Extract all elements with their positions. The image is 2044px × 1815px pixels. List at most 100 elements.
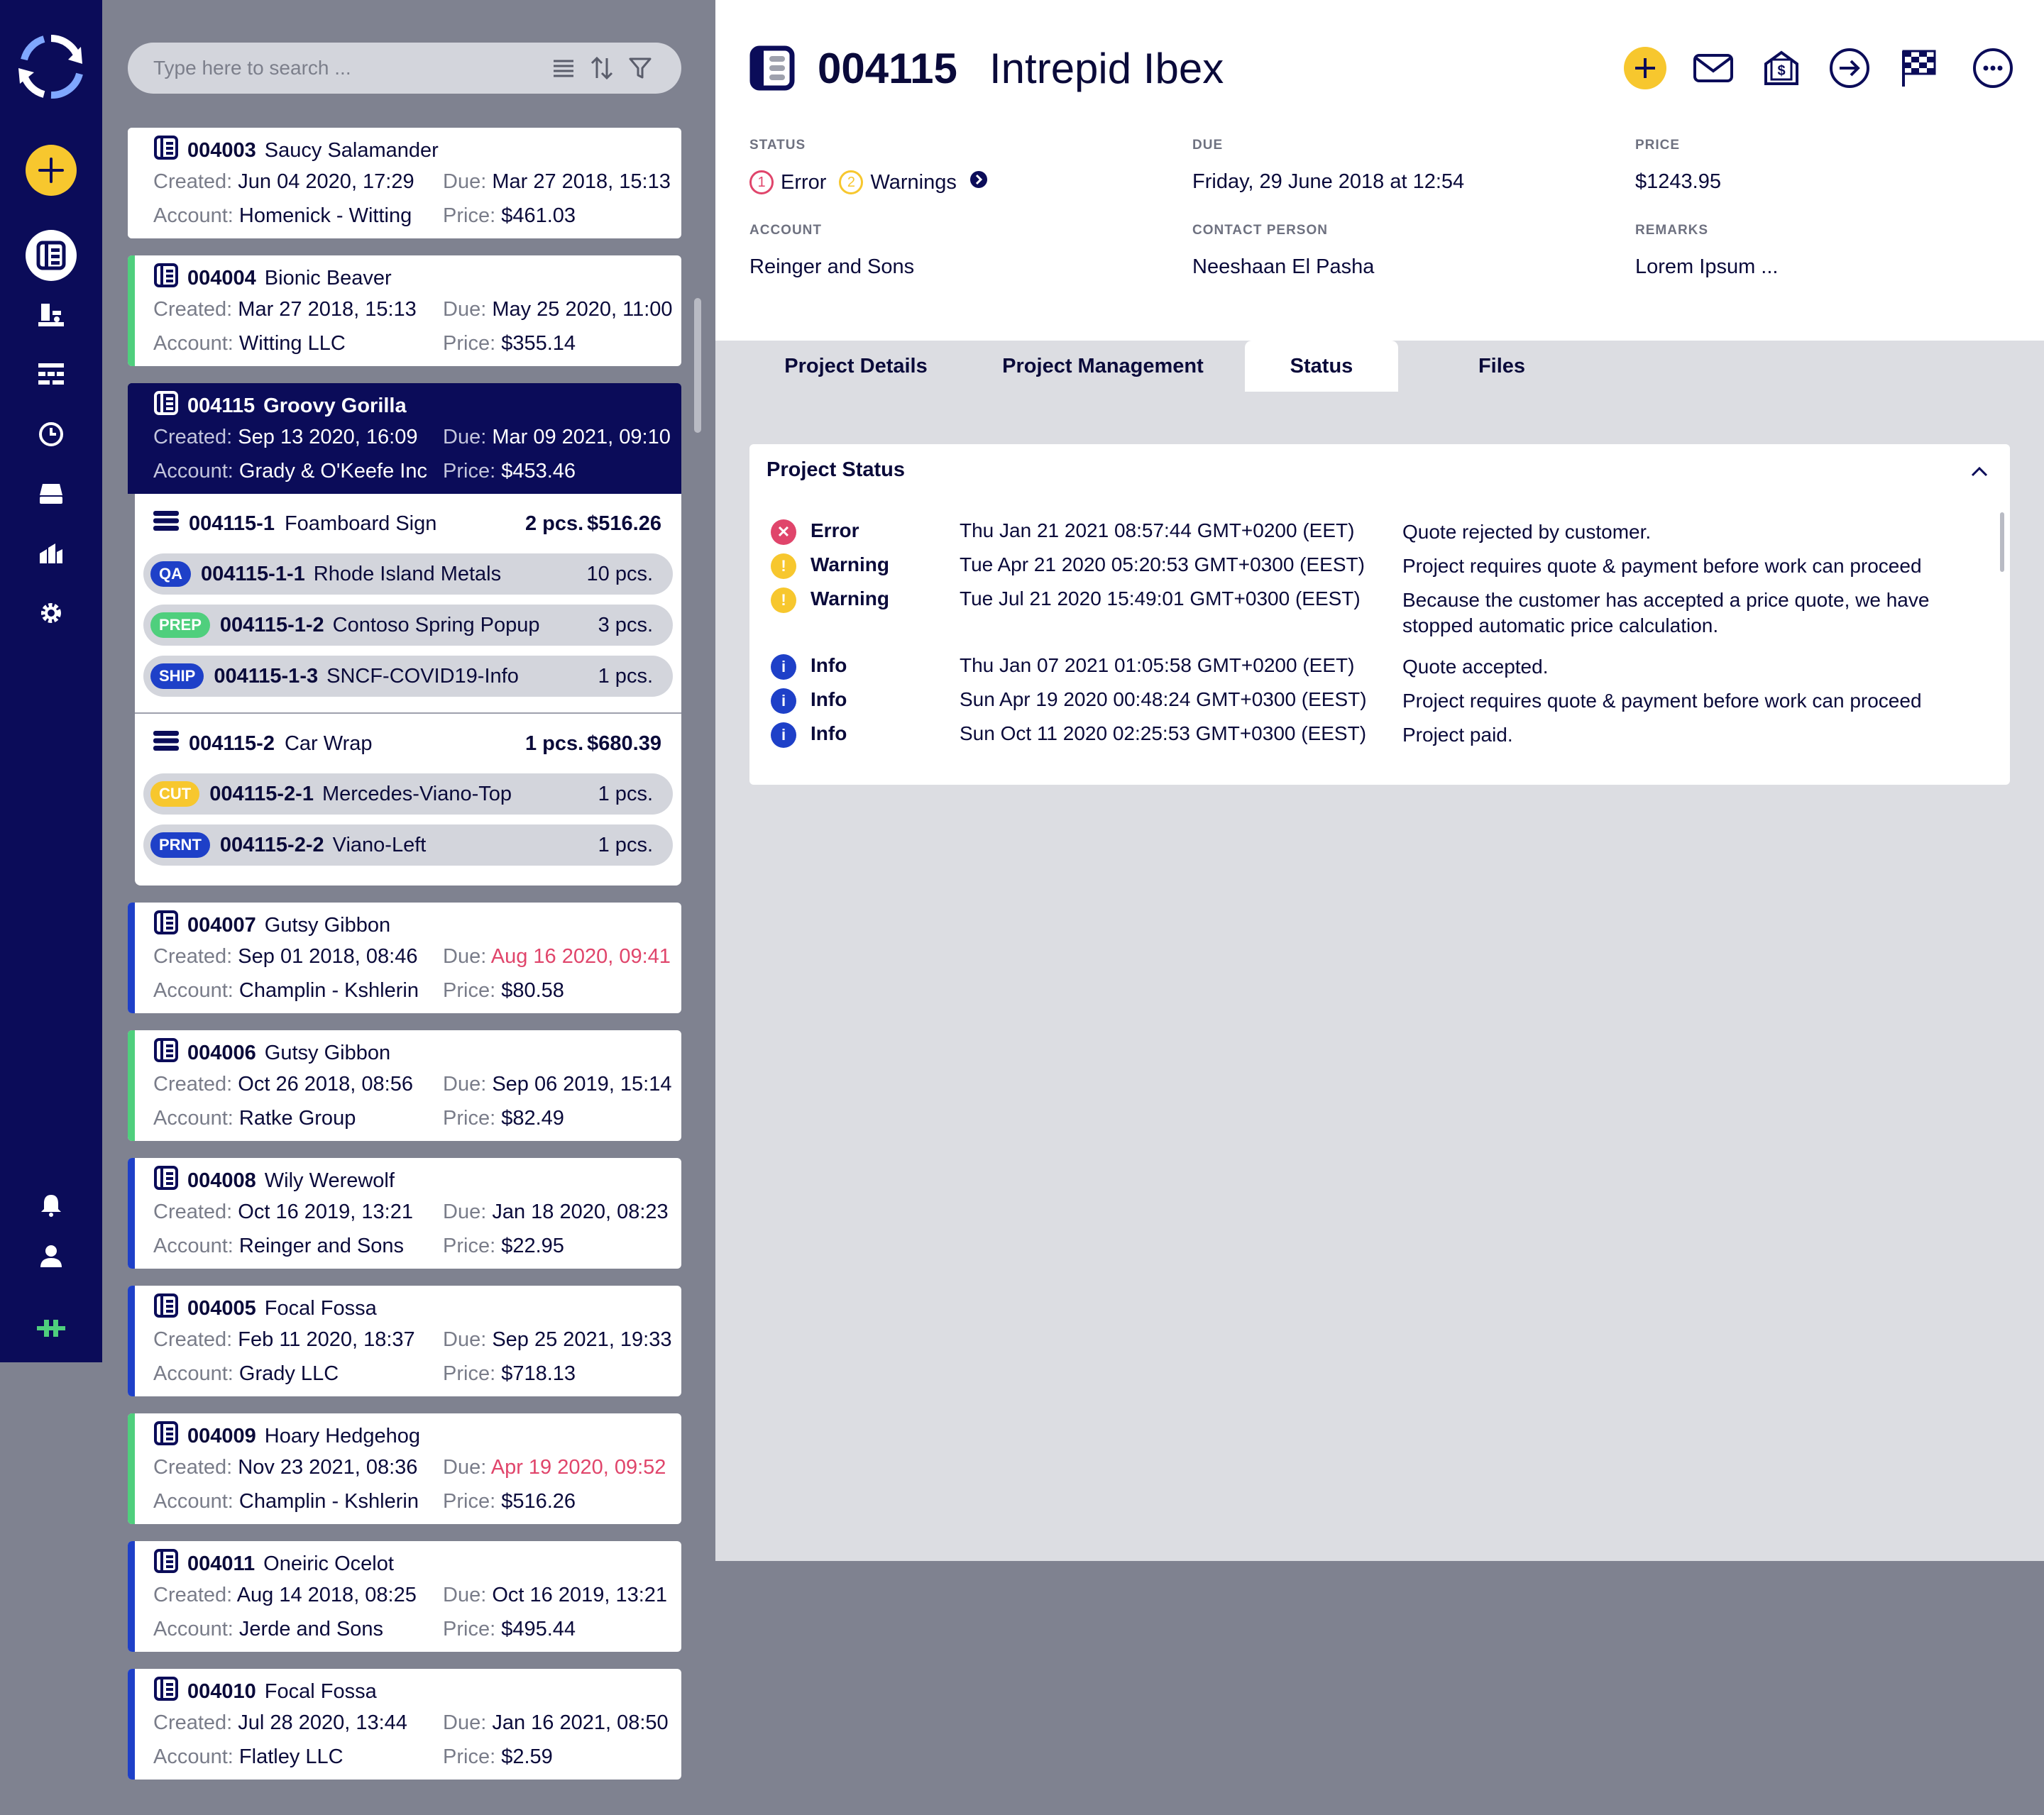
collapse-chevron-icon[interactable]	[1969, 463, 1990, 480]
subproject-row[interactable]: 004115-1 Foamboard Sign 2 pcs. $516.26	[135, 495, 681, 552]
project-card[interactable]: 004010 Focal Fossa Created: Jul 28 2020,…	[128, 1669, 681, 1780]
filter-icon[interactable]	[627, 55, 653, 81]
status-expand-icon[interactable]	[969, 170, 988, 194]
job-row[interactable]: CUT 004115-2-1 Mercedes-Viano-Top 1 pcs.	[143, 773, 673, 815]
error-count-badge: 1	[749, 170, 774, 194]
production-nav-icon[interactable]	[34, 298, 68, 332]
account-name: Grady LLC	[238, 1362, 339, 1385]
price-label: Price:	[443, 460, 496, 482]
account-value[interactable]: Reinger and Sons	[749, 255, 914, 279]
invoice-icon[interactable]: $	[1760, 47, 1803, 89]
created-date: Sep 13 2020, 16:09	[238, 426, 418, 448]
account-name: Homenick - Witting	[238, 204, 412, 227]
project-number: 004005	[187, 1296, 256, 1320]
time-tracking-nav-icon[interactable]	[34, 417, 68, 451]
job-stage-badge: QA	[150, 561, 191, 587]
add-action-icon[interactable]	[1624, 47, 1666, 89]
project-card[interactable]: 004006 Gutsy Gibbon Created: Oct 26 2018…	[128, 1030, 681, 1141]
connection-status-icon[interactable]	[34, 1311, 68, 1345]
due-label: Due:	[443, 1711, 487, 1734]
created-date: Jul 28 2020, 13:44	[238, 1711, 407, 1734]
project-name: Groovy Gorilla	[263, 394, 407, 417]
search-bar[interactable]: Type here to search ...	[128, 43, 681, 94]
app-logo-icon[interactable]	[16, 31, 87, 102]
created-label: Created:	[153, 170, 233, 193]
tab-project-management[interactable]: Project Management	[977, 341, 1229, 392]
project-card[interactable]: 004005 Focal Fossa Created: Feb 11 2020,…	[128, 1286, 681, 1396]
job-number: 004115-1-3	[214, 664, 319, 688]
project-status-stripe	[128, 1030, 135, 1141]
add-new-icon[interactable]	[26, 145, 77, 196]
created-label: Created:	[153, 1711, 233, 1734]
list-scrollbar[interactable]	[694, 298, 701, 433]
reports-nav-icon[interactable]	[34, 536, 68, 570]
project-card[interactable]: 004007 Gutsy Gibbon Created: Sep 01 2018…	[128, 903, 681, 1013]
subproject-price: $516.26	[587, 512, 661, 535]
sort-icon[interactable]	[589, 55, 615, 81]
list-view-icon[interactable]	[551, 55, 576, 81]
status-summary[interactable]: 1 Error 2 Warnings	[749, 170, 988, 194]
job-quantity: 1 pcs.	[598, 664, 653, 688]
finish-flag-icon[interactable]	[1896, 47, 1939, 89]
created-date: Nov 23 2021, 08:36	[238, 1456, 418, 1479]
price-value: $2.59	[501, 1745, 553, 1768]
project-card[interactable]: 004003 Saucy Salamander Created: Jun 04 …	[128, 128, 681, 238]
subproject-quantity: 2 pcs.	[525, 512, 584, 535]
nav-rail	[0, 0, 102, 1362]
project-detail-panel: 004115 Intrepid Ibex $ STATUS 1 Error 2 …	[715, 0, 2044, 1561]
created-date: Feb 11 2020, 18:37	[238, 1328, 415, 1351]
mail-icon[interactable]	[1692, 47, 1735, 89]
account-name: Witting LLC	[238, 332, 346, 355]
tab-files[interactable]: Files	[1418, 341, 1586, 392]
job-number: 004115-1-1	[201, 562, 305, 585]
planning-nav-icon[interactable]	[34, 358, 68, 392]
project-card[interactable]: 004011 Oneiric Ocelot Created: Aug 14 20…	[128, 1541, 681, 1652]
job-row[interactable]: PREP 004115-1-2 Contoso Spring Popup 3 p…	[143, 605, 673, 646]
project-number: 004115	[818, 45, 957, 92]
created-date: Oct 26 2018, 08:56	[238, 1073, 413, 1096]
price-label: Price:	[443, 1745, 496, 1768]
price-value: $355.14	[501, 332, 576, 355]
project-icon	[153, 135, 187, 166]
more-options-icon[interactable]	[1972, 47, 2014, 89]
notifications-bell-icon[interactable]	[34, 1188, 68, 1222]
tab-status[interactable]: Status	[1245, 341, 1398, 392]
status-scrollbar[interactable]	[2000, 512, 2004, 572]
project-number: 004006	[187, 1041, 256, 1064]
forward-arrow-icon[interactable]	[1828, 47, 1871, 89]
price-label: Price:	[443, 204, 496, 227]
project-number: 004003	[187, 138, 256, 162]
account-label: Account:	[153, 460, 233, 482]
due-date: Sep 25 2021, 19:33	[492, 1328, 672, 1351]
job-row[interactable]: PRNT 004115-2-2 Viano-Left 1 pcs.	[143, 824, 673, 866]
job-row[interactable]: SHIP 004115-1-3 SNCF-COVID19-Info 1 pcs.	[143, 656, 673, 697]
status-timestamp: Sun Apr 19 2020 00:48:24 GMT+0300 (EEST)	[960, 688, 1367, 710]
project-name: Focal Fossa	[264, 1296, 377, 1320]
project-card[interactable]: 004009 Hoary Hedgehog Created: Nov 23 20…	[128, 1413, 681, 1524]
subproject-number: 004115-1	[189, 512, 275, 535]
project-status-stripe	[128, 1541, 135, 1652]
account-label: Account:	[153, 1362, 233, 1385]
status-message: Quote accepted.	[1402, 656, 1549, 678]
printers-nav-icon[interactable]	[34, 477, 68, 511]
tab-project-details[interactable]: Project Details	[749, 341, 962, 392]
account-label: Account:	[153, 1107, 233, 1130]
settings-nav-icon[interactable]	[34, 596, 68, 630]
project-name: Oneiric Ocelot	[263, 1552, 394, 1575]
projects-nav-icon[interactable]	[26, 230, 77, 281]
search-input[interactable]: Type here to search ...	[153, 57, 351, 79]
job-name: Contoso Spring Popup	[332, 613, 540, 636]
created-date: Jun 04 2020, 17:29	[238, 170, 414, 193]
due-label: Due:	[443, 298, 487, 321]
subproject-row[interactable]: 004115-2 Car Wrap 1 pcs. $680.39	[135, 715, 681, 772]
account-name: Ratke Group	[238, 1107, 356, 1130]
project-card-selected[interactable]: 004115 Groovy Gorilla Created: Sep 13 20…	[128, 383, 681, 494]
project-card[interactable]: 004008 Wily Werewolf Created: Oct 16 201…	[128, 1158, 681, 1269]
project-title: Intrepid Ibex	[989, 45, 1224, 92]
project-card[interactable]: 004004 Bionic Beaver Created: Mar 27 201…	[128, 255, 681, 366]
user-profile-icon[interactable]	[34, 1239, 68, 1273]
contact-person-value[interactable]: Neeshaan El Pasha	[1192, 255, 1374, 279]
price-value: $1243.95	[1635, 170, 1721, 193]
account-name: Grady & O'Keefe Inc	[238, 460, 427, 482]
job-row[interactable]: QA 004115-1-1 Rhode Island Metals 10 pcs…	[143, 553, 673, 595]
